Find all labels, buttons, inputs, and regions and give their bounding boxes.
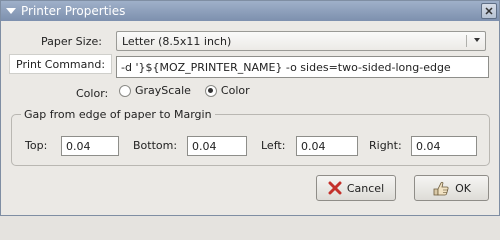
color-radio-group: GrayScale Color	[119, 84, 258, 97]
paper-size-dropdown[interactable]: Letter (8.5x11 inch)	[116, 31, 486, 51]
print-command-value: -d '}${MOZ_PRINTER_NAME} -o sides=two-si…	[121, 60, 451, 74]
color-label: Color:	[76, 87, 109, 100]
printer-properties-dialog: Printer Properties Paper Size: Letter (8…	[0, 0, 500, 216]
radio-grayscale-circle[interactable]	[119, 84, 131, 97]
paper-size-label: Paper Size:	[41, 35, 102, 48]
gap-bottom-input[interactable]: 0.04	[187, 136, 247, 156]
gap-top-label: Top:	[25, 139, 48, 152]
title-bar[interactable]: Printer Properties	[1, 1, 499, 21]
radio-color-circle[interactable]	[204, 84, 217, 97]
gap-bottom-label: Bottom:	[133, 139, 178, 152]
print-command-label: Print Command:	[9, 54, 113, 74]
ok-hand-icon	[432, 180, 450, 196]
gap-groupbox-title: Gap from edge of paper to Margin	[21, 108, 215, 121]
gap-left-input[interactable]: 0.04	[296, 136, 358, 156]
print-command-input[interactable]: -d '}${MOZ_PRINTER_NAME} -o sides=two-si…	[116, 56, 489, 78]
ok-button[interactable]: OK	[414, 175, 489, 201]
cancel-button[interactable]: Cancel	[316, 175, 396, 201]
radio-selected-dot	[208, 88, 214, 93]
gap-bottom-value: 0.04	[192, 139, 217, 153]
window-title: Printer Properties	[21, 4, 126, 18]
close-button[interactable]	[481, 3, 497, 19]
radio-grayscale-label: GrayScale	[135, 84, 191, 97]
gap-top-input[interactable]: 0.04	[61, 136, 119, 156]
gap-right-value: 0.04	[416, 139, 441, 153]
gap-right-input[interactable]: 0.04	[411, 136, 477, 156]
cancel-x-icon	[328, 181, 342, 195]
gap-right-label: Right:	[369, 139, 402, 152]
ok-label: OK	[455, 181, 471, 195]
close-icon	[485, 7, 493, 15]
gap-left-value: 0.04	[301, 139, 326, 153]
cancel-label: Cancel	[346, 181, 385, 195]
window-menu-chevron-down-icon[interactable]	[1, 1, 21, 21]
gap-top-value: 0.04	[66, 139, 91, 153]
gap-left-label: Left:	[261, 139, 286, 152]
chevron-down-icon	[474, 38, 480, 42]
paper-size-selected-value: Letter (8.5x11 inch)	[122, 34, 232, 48]
radio-color-label: Color	[220, 84, 250, 97]
radio-grayscale[interactable]: GrayScale	[119, 84, 191, 97]
dropdown-divider	[466, 35, 467, 47]
radio-color[interactable]: Color	[204, 84, 250, 97]
